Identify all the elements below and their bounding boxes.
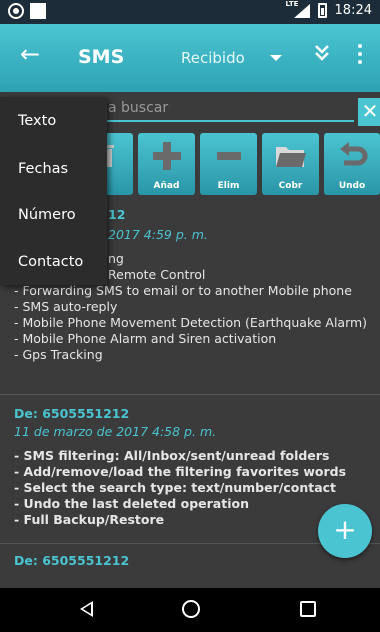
clock: 18:24 [334,2,372,18]
message-sender: 12 [108,207,126,222]
undo-label: Undo [338,181,366,191]
message-sender: De: 6505551212 [14,406,130,421]
status-bar: LTE 18:24 [0,0,380,24]
undo-icon [340,142,368,166]
nav-recents-icon[interactable] [300,601,316,617]
message-line: - SMS filtering: All/Inbox/sent/unread f… [14,448,330,463]
add-label: Añad [153,181,180,191]
folder-icon [276,147,306,167]
message-date: 11 de marzo de 2017 4:58 p. m. [14,424,217,439]
navigation-bar [0,588,380,632]
search-type-menu: Texto Fechas Número Contacto [0,97,107,285]
message-line: - Full Backup/Restore [14,512,165,527]
notification-square-icon [30,3,46,19]
notification-icons [8,3,46,19]
dropdown-arrow-icon[interactable] [270,55,282,61]
double-chevron-icon[interactable] [312,42,332,62]
message-line: - Mobile Phone Alarm and Siren activatio… [14,331,277,346]
delete-label: Elim [217,181,240,191]
collect-label: Cobr [278,181,303,191]
collect-button[interactable]: Cobr [262,133,319,195]
message-line: - Select the search type: text/number/co… [14,480,337,495]
battery-icon [317,2,327,18]
add-fab-button[interactable]: + [318,504,372,558]
minus-icon [217,152,241,160]
message-line: - SMS auto-reply [14,299,118,314]
more-vert-icon[interactable] [358,44,362,64]
message-body: - SMS filtering: All/Inbox/sent/unread f… [14,448,346,528]
message-sender: De: 6505551212 [14,553,130,568]
menu-item-fechas[interactable]: Fechas [18,161,68,177]
system-icons: LTE 18:24 [286,0,372,18]
delete-button[interactable]: Elim [200,133,257,195]
clear-search-button[interactable]: ✕ [358,98,380,126]
notification-circle-icon [8,3,24,19]
network-type: LTE [285,0,299,8]
folder-dropdown[interactable]: Recibido [181,49,245,67]
signal-icon: LTE [286,0,310,18]
message-line: - Mobile Phone Movement Detection (Earth… [14,315,368,330]
menu-item-contacto[interactable]: Contacto [18,254,83,270]
message-item[interactable]: De: 6505551212 [0,545,380,588]
nav-back-icon[interactable] [80,601,93,617]
message-line: - Add/remove/load the filtering favorite… [14,464,347,479]
sms-screen: LTE 18:24 ← SMS Recibido ✕ r [0,0,380,632]
page-title: SMS [78,46,125,68]
menu-item-numero[interactable]: Número [18,207,76,223]
undo-button[interactable]: Undo [324,133,380,195]
add-button[interactable]: Añad [138,133,195,195]
message-line: - Undo the last deleted operation [14,496,249,511]
arrow-back-icon[interactable]: ← [20,42,40,66]
plus-icon [153,142,181,170]
app-bar: ← SMS Recibido [0,24,380,92]
message-line: - Forwarding SMS to email or to another … [14,283,352,298]
menu-item-texto[interactable]: Texto [18,113,56,129]
message-line: - Gps Tracking [14,347,103,362]
message-date: 2017 4:59 p. m. [108,227,208,242]
nav-home-icon[interactable] [182,600,200,618]
